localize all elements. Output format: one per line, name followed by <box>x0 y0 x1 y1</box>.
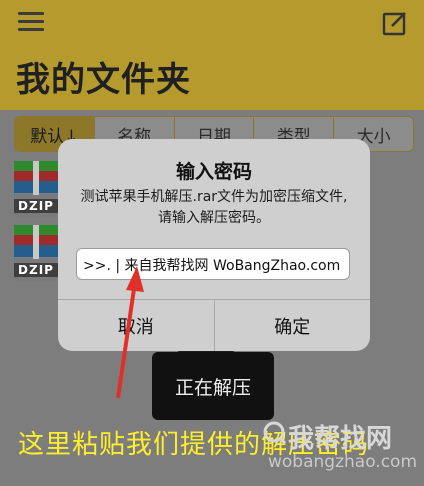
watermark-logo-text: 我帮找网 <box>288 424 393 454</box>
annotation-arrow-icon <box>116 266 144 399</box>
watermark-url: wobangzhao.com <box>268 452 418 472</box>
watermark-logo-icon <box>263 421 286 444</box>
